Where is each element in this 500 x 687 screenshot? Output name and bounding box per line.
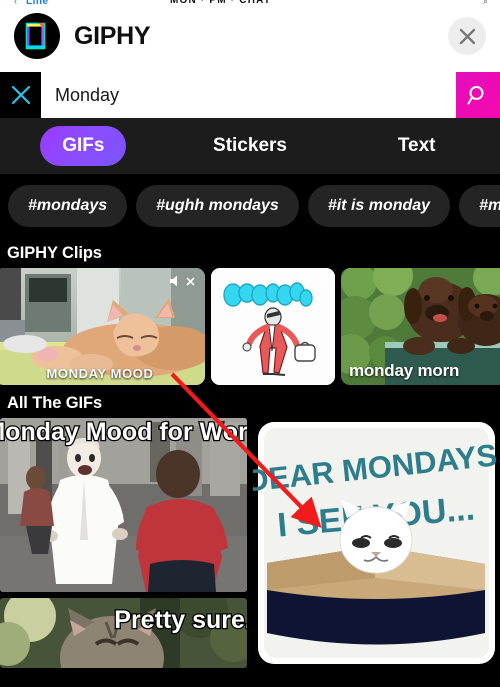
hashtag-chip[interactable]: #mondays — [8, 185, 128, 227]
giphy-gif-picker-screen: ‹ Line MON · PM · CHAT ⌕ GIPHY — [0, 0, 500, 687]
search-input[interactable] — [55, 84, 442, 106]
search-icon — [467, 85, 484, 105]
gif-thumbnail-pretty-sure: Pretty sure... — [0, 598, 247, 668]
search-bar — [0, 72, 500, 118]
giphy-clips-row[interactable]: MONDAY MOOD monday morn — [0, 268, 500, 386]
gif-thumbnail-monday-mood-work: Monday Mood for Work — [0, 418, 247, 592]
clip-caption: MONDAY MOOD — [46, 366, 154, 381]
gif-tile[interactable]: Monday Mood for Work — [0, 418, 247, 592]
gif-caption-text: Pretty sure... — [114, 606, 247, 634]
gif-grid[interactable]: Monday Mood for Work DEAR MONDAYS, I SEE… — [0, 418, 500, 678]
tab-stickers-label: Stickers — [213, 135, 287, 156]
gif-tile[interactable]: DEAR MONDAYS, I SEE YOU... — [253, 418, 500, 668]
clip-item[interactable]: MONDAY MOOD — [0, 268, 205, 385]
gif-tile[interactable]: Pretty sure... — [0, 598, 247, 668]
close-icon — [459, 28, 475, 44]
section-title-clips: GIPHY Clips — [7, 244, 102, 262]
gif-thumbnail-dear-mondays: DEAR MONDAYS, I SEE YOU... — [253, 418, 500, 668]
search-submit-button[interactable] — [456, 72, 500, 118]
clip-item[interactable] — [211, 268, 335, 385]
search-input-wrapper[interactable] — [41, 72, 456, 118]
hashtag-chip-row[interactable]: #mondays #ughh mondays #it is monday #m — [0, 174, 500, 238]
tab-bar: GIFs Stickers Text — [0, 118, 500, 174]
page-title: GIPHY — [74, 21, 151, 50]
tab-gifs[interactable]: GIFs — [0, 126, 167, 166]
giphy-logo-icon — [14, 13, 60, 59]
tab-text[interactable]: Text — [333, 126, 500, 166]
mute-icon[interactable] — [301, 272, 327, 286]
search-clear-button[interactable] — [0, 72, 41, 118]
mute-icon[interactable] — [169, 274, 195, 288]
app-header: GIPHY — [0, 4, 500, 68]
tab-gifs-label: GIFs — [40, 126, 127, 166]
close-x-icon — [11, 85, 30, 105]
hashtag-chip[interactable]: #m — [459, 185, 500, 227]
gif-caption-text: Monday Mood for Work — [0, 418, 247, 446]
clip-item[interactable]: monday morn — [341, 268, 500, 385]
close-button[interactable] — [448, 17, 486, 55]
clip-caption: monday morn — [349, 361, 460, 380]
content-area: GIFs Stickers Text #mondays #ughh monday… — [0, 118, 500, 687]
tab-text-label: Text — [397, 135, 436, 156]
hashtag-chip[interactable]: #ughh mondays — [136, 185, 299, 227]
section-title-all-gifs: All The GIFs — [7, 394, 103, 412]
hashtag-chip[interactable]: #it is monday — [307, 185, 451, 227]
tab-stickers[interactable]: Stickers — [167, 126, 334, 166]
